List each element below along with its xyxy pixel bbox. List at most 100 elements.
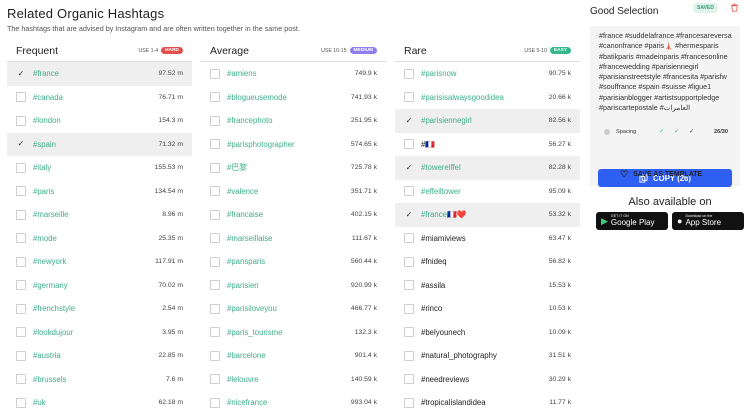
hashtag-row[interactable]: ✓ #parisiennegirl 82.56 k: [395, 109, 580, 133]
selected-hashtags-text[interactable]: #france #suddelafrance #francesareversa …: [599, 31, 734, 113]
hashtag-row[interactable]: #francaise 402.15 k: [201, 203, 386, 227]
hashtag-row[interactable]: #marseille 8.96 m: [7, 203, 192, 227]
checkbox[interactable]: [404, 139, 414, 150]
hashtag-row[interactable]: #paris_tourisme 132.3 k: [201, 321, 386, 345]
google-play-button[interactable]: ▶ GET IT ON Google Play: [596, 212, 668, 230]
checkbox[interactable]: [16, 350, 26, 361]
hashtag-row[interactable]: #miamiviews 63.47 k: [395, 227, 580, 251]
hashtag-row[interactable]: ✓ #spain 71.32 m: [7, 132, 192, 156]
checkbox[interactable]: [16, 92, 26, 103]
hashtag-row[interactable]: #uk 62.18 m: [7, 391, 192, 415]
hashtag-row[interactable]: #parisnow 90.75 k: [395, 62, 580, 86]
hashtag-row[interactable]: #frenchstyle 2.54 m: [7, 297, 192, 321]
checkbox[interactable]: [404, 68, 414, 79]
hashtag-row[interactable]: #nicefrance 993.04 k: [201, 391, 386, 415]
hashtag-row[interactable]: #belyounech 10.09 k: [395, 321, 580, 345]
checkbox[interactable]: [210, 350, 220, 361]
checkbox[interactable]: [16, 209, 26, 220]
checkbox[interactable]: [210, 92, 220, 103]
checkbox[interactable]: [210, 256, 220, 267]
checkbox[interactable]: ✓: [16, 69, 26, 79]
hashtag-row[interactable]: #lookdujour 3.95 m: [7, 321, 192, 345]
hashtag-row[interactable]: #mode 25.35 m: [7, 227, 192, 251]
checkbox[interactable]: [210, 397, 220, 408]
hashtag-row[interactable]: #rinco 10.53 k: [395, 297, 580, 321]
checkbox[interactable]: [16, 115, 26, 126]
app-store-button[interactable]: ● Download on the App Store: [672, 212, 744, 230]
hashtag-row[interactable]: #fnideq 56.82 k: [395, 250, 580, 274]
checkbox[interactable]: [404, 327, 414, 338]
hashtag-row[interactable]: #parisiloveyou 466.77 k: [201, 297, 386, 321]
checkbox[interactable]: [16, 280, 26, 291]
column-rare: Rare USE 5-10 EASY #parisnow 90.75 k #parisis…: [395, 40, 580, 420]
checkbox[interactable]: [16, 327, 26, 338]
checkbox[interactable]: [16, 186, 26, 197]
hashtag-label: #france🇫🇷❤️: [421, 210, 467, 220]
hashtag-row[interactable]: #parisphotographer 574.65 k: [201, 133, 386, 157]
hashtag-row[interactable]: #brussels 7.6 m: [7, 368, 192, 392]
checkbox[interactable]: ✓: [404, 116, 414, 126]
checkbox[interactable]: [404, 256, 414, 267]
hashtag-row[interactable]: ✓ #towereiffel 82.28 k: [395, 156, 580, 180]
hashtag-row[interactable]: #francephoto 251.95 k: [201, 109, 386, 133]
checkbox[interactable]: [210, 209, 220, 220]
hashtag-row[interactable]: #valence 351.71 k: [201, 180, 386, 204]
checkbox[interactable]: [404, 92, 414, 103]
checkbox[interactable]: [404, 374, 414, 385]
hashtag-row[interactable]: #newyork 117.91 m: [7, 250, 192, 274]
hashtag-label: #parisisalwaysgoodidea: [421, 92, 504, 102]
checkbox[interactable]: [210, 280, 220, 291]
checkbox[interactable]: [404, 280, 414, 291]
hashtag-row[interactable]: #needreviews 30.29 k: [395, 368, 580, 392]
hashtag-row[interactable]: ✓ #france 97.52 m: [7, 62, 192, 86]
hashtag-row[interactable]: #lelouvre 140.59 k: [201, 368, 386, 392]
trash-icon[interactable]: [730, 3, 739, 12]
checkbox[interactable]: [404, 233, 414, 244]
hashtag-row[interactable]: #natural_photography 31.51 k: [395, 344, 580, 368]
spacing-toggle[interactable]: [604, 128, 610, 135]
hashtag-row[interactable]: #italy 155.53 m: [7, 156, 192, 180]
hashtag-row[interactable]: #barcelone 901.4 k: [201, 344, 386, 368]
checkbox[interactable]: [16, 256, 26, 267]
checkbox[interactable]: [404, 186, 414, 197]
checkbox[interactable]: [404, 350, 414, 361]
checkbox[interactable]: [210, 374, 220, 385]
hashtag-row[interactable]: #blogueusemode 741.93 k: [201, 86, 386, 110]
hashtag-row[interactable]: ✓ #france🇫🇷❤️ 53.32 k: [395, 203, 580, 227]
hashtag-row[interactable]: #effeiltower 95.09 k: [395, 180, 580, 204]
hashtag-label: #newyork: [33, 257, 67, 267]
hashtag-row[interactable]: #amiens 749.9 k: [201, 62, 386, 86]
checkbox[interactable]: [210, 68, 220, 79]
checkbox[interactable]: [16, 233, 26, 244]
hashtag-row[interactable]: #assila 15.53 k: [395, 274, 580, 298]
checkbox[interactable]: [210, 303, 220, 314]
hashtag-row[interactable]: #tropicalislandidea 11.77 k: [395, 391, 580, 415]
save-template-button[interactable]: ♡ SAVE AS TEMPLATE: [620, 168, 720, 180]
hashtag-row[interactable]: #🇫🇷 56.27 k: [395, 133, 580, 157]
hashtag-row[interactable]: #germany 70.02 m: [7, 274, 192, 298]
checkbox[interactable]: [210, 162, 220, 173]
checkbox[interactable]: [16, 374, 26, 385]
checkbox[interactable]: [16, 303, 26, 314]
checkbox[interactable]: [210, 139, 220, 150]
checkbox[interactable]: ✓: [16, 139, 26, 149]
hashtag-row[interactable]: #parisien 920.99 k: [201, 274, 386, 298]
checkbox[interactable]: ✓: [404, 210, 414, 220]
checkbox[interactable]: [16, 162, 26, 173]
hashtag-row[interactable]: #canada 76.71 m: [7, 86, 192, 110]
checkbox[interactable]: [16, 397, 26, 408]
checkbox[interactable]: [210, 115, 220, 126]
checkbox[interactable]: ✓: [404, 163, 414, 173]
checkbox[interactable]: [210, 233, 220, 244]
checkbox[interactable]: [404, 397, 414, 408]
hashtag-row[interactable]: #paris 134.54 m: [7, 180, 192, 204]
hashtag-row[interactable]: #parisisalwaysgoodidea 20.66 k: [395, 86, 580, 110]
hashtag-row[interactable]: #marseillaise 111.67 k: [201, 227, 386, 251]
hashtag-row[interactable]: #london 154.3 m: [7, 109, 192, 133]
hashtag-row[interactable]: #austria 22.85 m: [7, 344, 192, 368]
checkbox[interactable]: [210, 327, 220, 338]
checkbox[interactable]: [210, 186, 220, 197]
hashtag-row[interactable]: #巴黎 725.78 k: [201, 156, 386, 180]
hashtag-row[interactable]: #pansparis 560.44 k: [201, 250, 386, 274]
checkbox[interactable]: [404, 303, 414, 314]
